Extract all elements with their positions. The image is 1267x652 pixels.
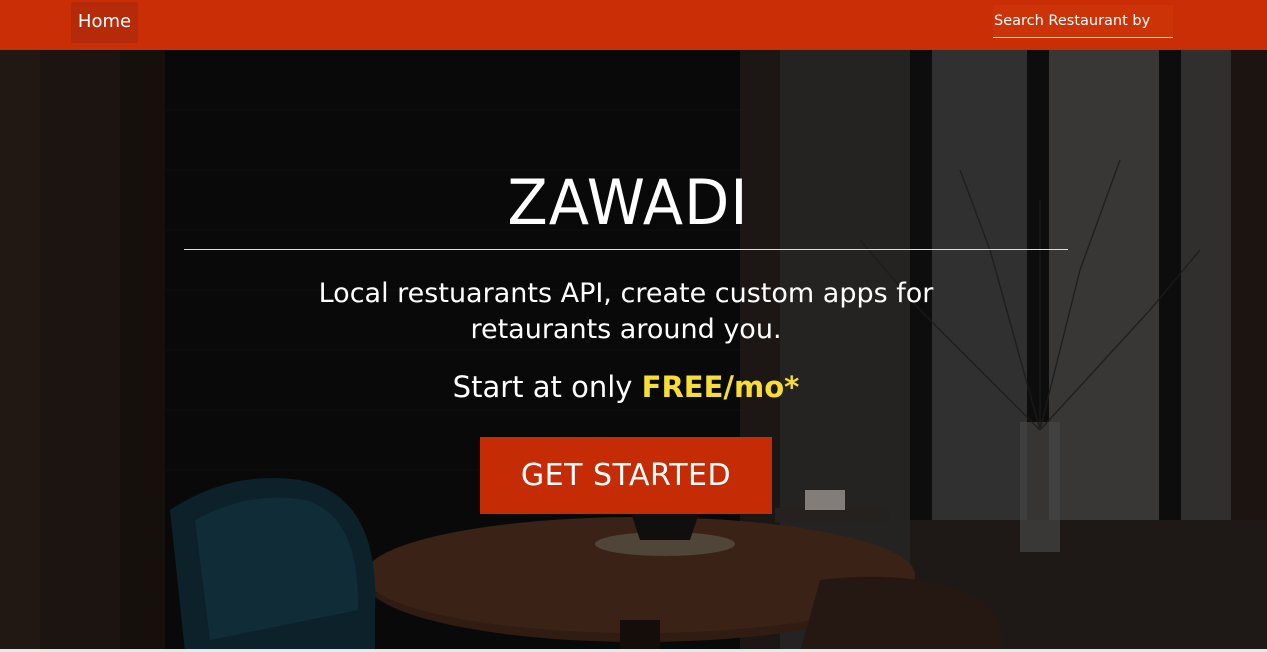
get-started-button[interactable]: GET STARTED xyxy=(480,437,772,514)
hero-subtitle: Local restuarants API, create custom app… xyxy=(318,278,934,345)
pricing-value: FREE/mo* xyxy=(641,370,800,404)
pricing-line: Start at only FREE/mo* xyxy=(0,370,1252,404)
hero-overlay xyxy=(0,50,1267,652)
search-restaurant-dropdown[interactable]: Search Restaurant by xyxy=(993,5,1173,38)
title-divider xyxy=(184,249,1068,250)
home-nav-link[interactable]: Home xyxy=(71,2,138,43)
pricing-prefix: Start at only xyxy=(452,370,633,404)
page-title: ZAWADI xyxy=(507,166,749,239)
top-navbar: Home Search Restaurant by xyxy=(0,0,1267,50)
hero-section: ZAWADI Local restuarants API, create cus… xyxy=(0,50,1267,652)
